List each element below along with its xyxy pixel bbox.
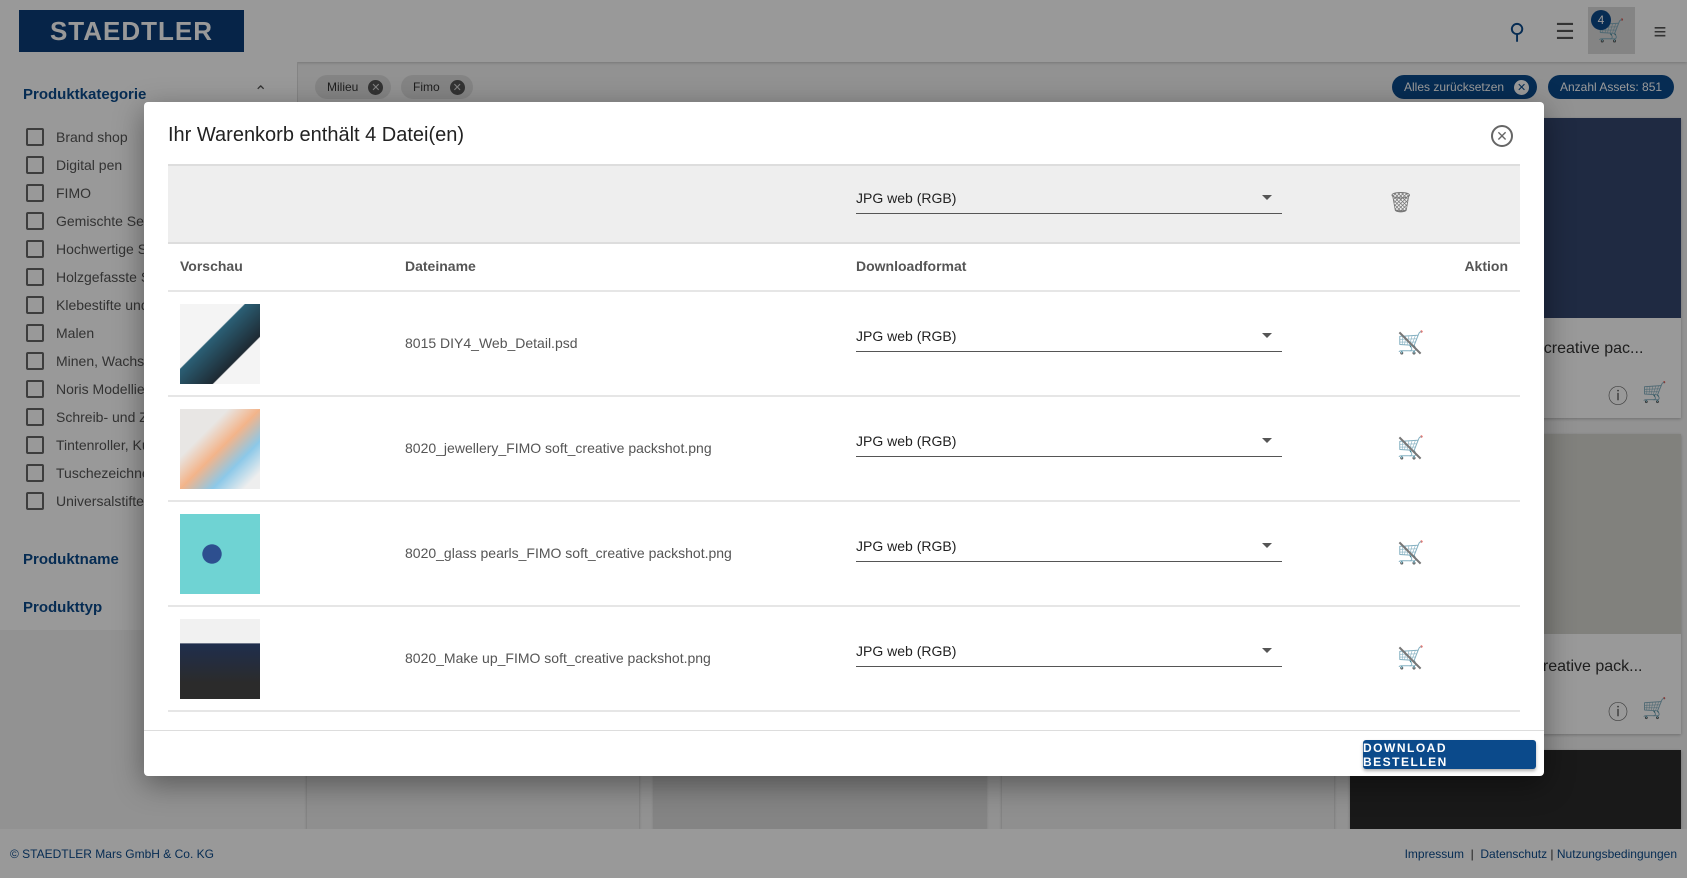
dropdown-arrow-icon <box>1262 438 1272 443</box>
dropdown-arrow-icon <box>1262 195 1272 200</box>
dialog-footer-divider <box>144 730 1544 731</box>
format-select[interactable]: JPG web (RGB) <box>856 635 1282 667</box>
dropdown-arrow-icon <box>1262 543 1272 548</box>
format-select[interactable]: JPG web (RGB) <box>856 425 1282 457</box>
remove-from-cart-icon[interactable]: 🛒 <box>1397 330 1425 358</box>
dialog-title: Ihr Warenkorb enthält 4 Datei(en) <box>168 124 465 146</box>
cart-row: 8020_glass pearls_FIMO soft_creative pac… <box>168 502 1520 607</box>
remove-from-cart-icon[interactable]: 🛒 <box>1397 435 1425 463</box>
select-value: JPG web (RGB) <box>856 327 957 344</box>
cart-row: 8020_jewellery_FIMO soft_creative packsh… <box>168 397 1520 502</box>
filename: 8020_Make up_FIMO soft_creative packshot… <box>405 650 711 666</box>
delete-all-icon[interactable]: 🗑 <box>1388 190 1413 215</box>
bulk-format-select[interactable]: JPG web (RGB) <box>856 182 1282 214</box>
filename: 8015 DIY4_Web_Detail.psd <box>405 335 578 351</box>
select-value: JPG web (RGB) <box>856 189 957 206</box>
cart-row: 8015 DIY4_Web_Detail.psd JPG web (RGB) 🛒 <box>168 292 1520 397</box>
order-download-button[interactable]: DOWNLOAD BESTELLEN <box>1363 740 1536 769</box>
filename: 8020_jewellery_FIMO soft_creative packsh… <box>405 440 712 456</box>
col-filename: Dateiname <box>405 258 476 274</box>
select-value: JPG web (RGB) <box>856 642 957 659</box>
cart-row: 8020_Make up_FIMO soft_creative packshot… <box>168 607 1520 712</box>
bulk-actions-bar: JPG web (RGB) 🗑 <box>168 164 1520 244</box>
remove-from-cart-icon[interactable]: 🛒 <box>1397 540 1425 568</box>
format-select[interactable]: JPG web (RGB) <box>856 530 1282 562</box>
dropdown-arrow-icon <box>1262 333 1272 338</box>
col-format: Downloadformat <box>856 258 967 274</box>
preview-thumbnail <box>180 409 260 489</box>
preview-thumbnail <box>180 619 260 699</box>
select-value: JPG web (RGB) <box>856 537 957 554</box>
col-preview: Vorschau <box>180 258 243 274</box>
cart-dialog: Ihr Warenkorb enthält 4 Datei(en) ✕ JPG … <box>144 102 1544 776</box>
col-action: Aktion <box>1464 258 1508 274</box>
remove-from-cart-icon[interactable]: 🛒 <box>1397 645 1425 673</box>
dropdown-arrow-icon <box>1262 648 1272 653</box>
preview-thumbnail <box>180 514 260 594</box>
format-select[interactable]: JPG web (RGB) <box>856 320 1282 352</box>
select-value: JPG web (RGB) <box>856 432 957 449</box>
filename: 8020_glass pearls_FIMO soft_creative pac… <box>405 545 732 561</box>
preview-thumbnail <box>180 304 260 384</box>
close-icon[interactable]: ✕ <box>1491 125 1513 147</box>
